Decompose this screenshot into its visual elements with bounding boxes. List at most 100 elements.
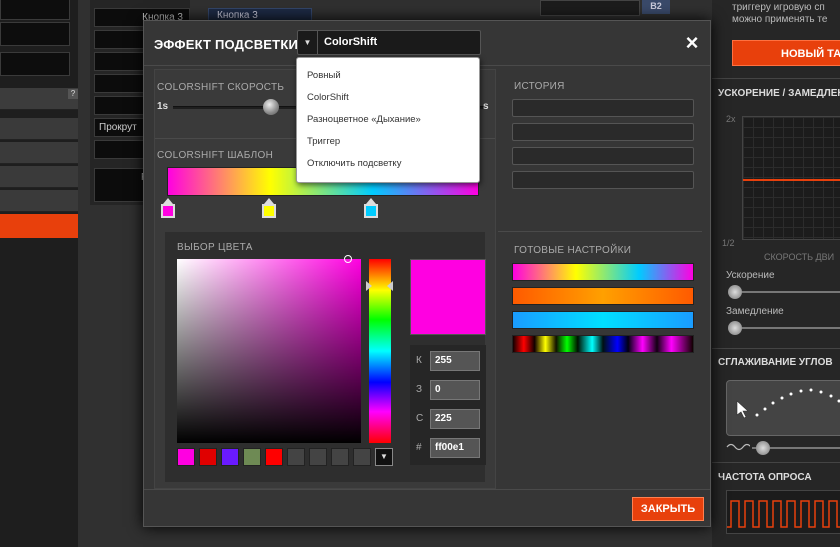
hint-text: триггеру игровую сп — [732, 2, 825, 13]
template-marker-swatch — [262, 204, 276, 218]
swatch-more-arrow-icon[interactable]: ▼ — [375, 448, 393, 466]
accel-graph — [742, 116, 840, 240]
smoothing-preview — [726, 380, 840, 436]
b2-label: B2 — [642, 0, 670, 14]
template-marker[interactable] — [262, 198, 276, 218]
color-swatch[interactable] — [177, 448, 195, 466]
hex-label: # — [416, 442, 422, 453]
graph-y-top: 2x — [726, 114, 736, 124]
left-block — [0, 0, 70, 20]
preset-rainbow[interactable] — [512, 263, 694, 281]
speed-max-label: s — [483, 101, 489, 112]
wave-icon — [726, 443, 750, 451]
smoothing-slider-knob[interactable] — [756, 441, 770, 455]
bg-box — [540, 0, 640, 16]
new-tab-button[interactable]: НОВЫЙ ТА — [732, 40, 840, 66]
history-slot[interactable] — [512, 147, 694, 165]
accel-slider[interactable] — [732, 291, 840, 293]
smoothing-header: СГЛАЖИВАНИЕ УГЛОВ — [718, 357, 833, 368]
left-block — [0, 52, 70, 76]
right-settings-panel: триггеру игровую сп можно применять те Н… — [712, 0, 840, 547]
color-swatch[interactable] — [331, 448, 349, 466]
divider — [712, 462, 840, 463]
help-icon[interactable]: ? — [68, 89, 78, 99]
dropdown-arrow-icon[interactable]: ▼ — [298, 31, 318, 54]
color-swatch[interactable] — [287, 448, 305, 466]
history-label: ИСТОРИЯ — [514, 81, 565, 92]
hue-arrow-left-icon[interactable] — [366, 281, 372, 291]
template-marker-swatch — [364, 204, 378, 218]
left-row[interactable] — [0, 190, 78, 212]
left-header-row: ? — [0, 88, 78, 110]
color-swatch[interactable] — [265, 448, 283, 466]
polling-graph — [726, 490, 840, 534]
hex-input[interactable]: ff00e1 — [430, 438, 480, 458]
accel-label: Ускорение — [726, 270, 775, 281]
history-slot[interactable] — [512, 99, 694, 117]
left-column: ? — [0, 0, 78, 547]
speed-min-label: 1s — [157, 101, 169, 112]
graph-x-label: СКОРОСТЬ ДВИ — [764, 252, 835, 262]
color-swatch[interactable] — [199, 448, 217, 466]
effect-dropdown-value[interactable]: ColorShift — [324, 31, 377, 54]
decel-label: Замедление — [726, 306, 784, 317]
left-row[interactable] — [0, 118, 78, 140]
color-preview — [410, 259, 486, 335]
accel-curve — [743, 179, 840, 181]
color-picker: ВЫБОР ЦВЕТА К 255 З 0 С 225 # ff00e1 ▼ — [165, 232, 486, 482]
sv-cursor[interactable] — [344, 255, 352, 263]
smoothing-dots — [736, 388, 840, 419]
close-icon[interactable]: × — [682, 32, 702, 54]
hint-text: можно применять те — [732, 14, 828, 25]
accel-slider-knob[interactable] — [728, 285, 742, 299]
left-row[interactable] — [0, 142, 78, 164]
preset-blue[interactable] — [512, 311, 694, 329]
decel-slider-knob[interactable] — [728, 321, 742, 335]
saturation-value-square[interactable] — [177, 259, 361, 443]
close-button[interactable]: ЗАКРЫТЬ — [632, 497, 704, 521]
template-marker[interactable] — [364, 198, 378, 218]
preset-spectrum[interactable] — [512, 335, 694, 353]
left-row[interactable] — [0, 166, 78, 188]
color-picker-label: ВЫБОР ЦВЕТА — [177, 242, 253, 253]
decel-slider[interactable] — [732, 327, 840, 329]
history-presets-column: ИСТОРИЯ ГОТОВЫЕ НАСТРОЙКИ — [498, 69, 702, 489]
color-swatch[interactable] — [353, 448, 371, 466]
color-swatch[interactable] — [221, 448, 239, 466]
presets-label: ГОТОВЫЕ НАСТРОЙКИ — [514, 245, 632, 256]
history-slot[interactable] — [512, 123, 694, 141]
dialog-title: ЭФФЕКТ ПОДСВЕТКИ — [154, 37, 298, 52]
menu-item-off[interactable]: Отключить подсветку — [307, 158, 401, 169]
speed-label: COLORSHIFT СКОРОСТЬ — [157, 82, 285, 93]
template-marker-swatch — [161, 204, 175, 218]
left-selected-row[interactable] — [0, 214, 78, 238]
red-input[interactable]: 255 — [430, 351, 480, 371]
template-marker[interactable] — [161, 198, 175, 218]
blue-input[interactable]: 225 — [430, 409, 480, 429]
graph-y-bottom: 1/2 — [722, 238, 735, 248]
divider — [144, 489, 710, 490]
green-input[interactable]: 0 — [430, 380, 480, 400]
color-fields: К 255 З 0 С 225 # ff00e1 — [410, 345, 486, 465]
effect-dropdown[interactable]: ▼ ColorShift — [297, 30, 481, 55]
accel-header: УСКОРЕНИЕ / ЗАМЕДЛЕНИ — [718, 88, 840, 99]
preset-orange[interactable] — [512, 287, 694, 305]
polling-wave — [727, 500, 840, 528]
menu-item-trigger[interactable]: Триггер — [307, 136, 340, 147]
menu-item-colorshift[interactable]: ColorShift — [307, 92, 349, 103]
divider — [712, 348, 840, 349]
color-swatch[interactable] — [309, 448, 327, 466]
green-label: З — [416, 384, 423, 395]
left-block — [0, 22, 70, 46]
divider — [712, 78, 840, 79]
menu-item-breathing[interactable]: Разноцветное «Дыхание» — [307, 114, 421, 125]
effect-menu: Ровный ColorShift Разноцветное «Дыхание»… — [296, 57, 480, 183]
color-swatch[interactable] — [243, 448, 261, 466]
hue-arrow-right-icon[interactable] — [387, 281, 393, 291]
divider — [498, 231, 702, 232]
polling-header: ЧАСТОТА ОПРОСА — [718, 472, 812, 483]
red-label: К — [416, 355, 422, 366]
speed-slider-knob[interactable] — [263, 99, 279, 115]
history-slot[interactable] — [512, 171, 694, 189]
menu-item-solid[interactable]: Ровный — [307, 70, 341, 81]
